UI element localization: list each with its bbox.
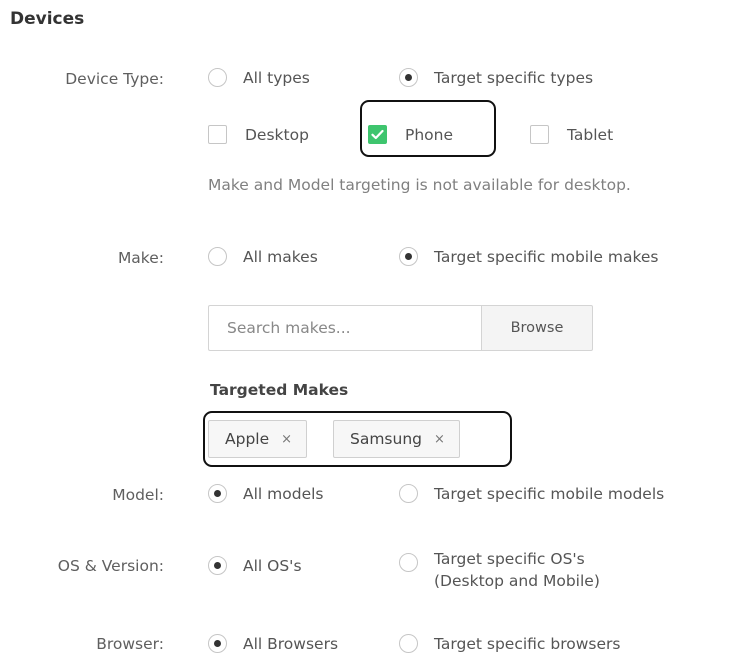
radio-circle-selected[interactable] (208, 484, 227, 503)
radio-target-specific-os-sublabel: (Desktop and Mobile) (434, 572, 600, 590)
device-type-label: Device Type: (65, 70, 164, 88)
remove-icon[interactable]: × (281, 432, 292, 447)
radio-circle-selected[interactable] (208, 556, 227, 575)
checkbox-box[interactable] (530, 125, 549, 144)
checkbox-desktop-label: Desktop (245, 125, 309, 144)
checkbox-box[interactable] (208, 125, 227, 144)
browse-button[interactable]: Browse (481, 305, 593, 351)
radio-all-types[interactable]: All types (208, 68, 310, 87)
radio-all-browsers-label: All Browsers (243, 634, 339, 653)
chip-label: Samsung (350, 430, 422, 448)
make-label: Make: (117, 249, 164, 267)
remove-icon[interactable]: × (434, 432, 445, 447)
radio-circle[interactable] (399, 634, 418, 653)
radio-dot (214, 640, 221, 647)
desktop-note: Make and Model targeting is not availabl… (208, 176, 631, 194)
chip-apple: Apple × (208, 420, 308, 458)
radio-all-os-label: All OS's (243, 556, 302, 575)
radio-circle[interactable] (208, 68, 227, 87)
radio-all-models-label: All models (243, 484, 324, 503)
radio-target-specific-types-label: Target specific types (434, 68, 594, 87)
radio-target-specific-makes-label: Target specific mobile makes (434, 247, 659, 266)
radio-circle-selected[interactable] (399, 68, 418, 87)
make-search-group: Browse (208, 305, 593, 351)
chip-label: Apple (225, 430, 270, 448)
checkbox-box-checked[interactable] (368, 125, 387, 144)
radio-target-specific-os-label: Target specific OS's (434, 550, 585, 568)
os-version-label: OS & Version: (57, 557, 164, 575)
targeted-makes-title: Targeted Makes (210, 381, 349, 399)
checkbox-tablet-label: Tablet (567, 125, 614, 144)
radio-dot (405, 74, 412, 81)
checkmark-icon (371, 129, 384, 140)
radio-circle-selected[interactable] (208, 634, 227, 653)
radio-target-specific-os-text: Target specific OS's (Desktop and Mobile… (434, 548, 600, 592)
radio-all-types-label: All types (243, 68, 310, 87)
radio-circle[interactable] (399, 484, 418, 503)
radio-dot (214, 562, 221, 569)
radio-target-specific-os[interactable]: Target specific OS's (Desktop and Mobile… (399, 550, 600, 592)
radio-all-models[interactable]: All models (208, 484, 323, 503)
radio-target-specific-makes[interactable]: Target specific mobile makes (399, 247, 659, 266)
radio-circle[interactable] (399, 553, 418, 572)
radio-all-makes[interactable]: All makes (208, 247, 318, 266)
radio-dot (405, 253, 412, 260)
search-makes-input[interactable] (208, 305, 481, 351)
radio-target-specific-types[interactable]: Target specific types (399, 68, 593, 87)
chip-samsung: Samsung × (333, 420, 460, 458)
radio-all-os[interactable]: All OS's (208, 556, 302, 575)
checkbox-tablet[interactable]: Tablet (530, 125, 613, 144)
radio-target-specific-models[interactable]: Target specific mobile models (399, 484, 664, 503)
radio-target-specific-browsers[interactable]: Target specific browsers (399, 634, 620, 653)
radio-dot (214, 490, 221, 497)
checkbox-phone-label: Phone (405, 125, 454, 144)
radio-circle-selected[interactable] (399, 247, 418, 266)
radio-all-browsers[interactable]: All Browsers (208, 634, 338, 653)
model-label: Model: (112, 486, 164, 504)
radio-all-makes-label: All makes (243, 247, 318, 266)
radio-target-specific-browsers-label: Target specific browsers (434, 634, 621, 653)
checkbox-phone[interactable]: Phone (368, 125, 453, 144)
radio-target-specific-models-label: Target specific mobile models (434, 484, 665, 503)
radio-circle[interactable] (208, 247, 227, 266)
browser-label: Browser: (96, 635, 164, 653)
checkbox-desktop[interactable]: Desktop (208, 125, 309, 144)
section-title: Devices (10, 9, 85, 29)
